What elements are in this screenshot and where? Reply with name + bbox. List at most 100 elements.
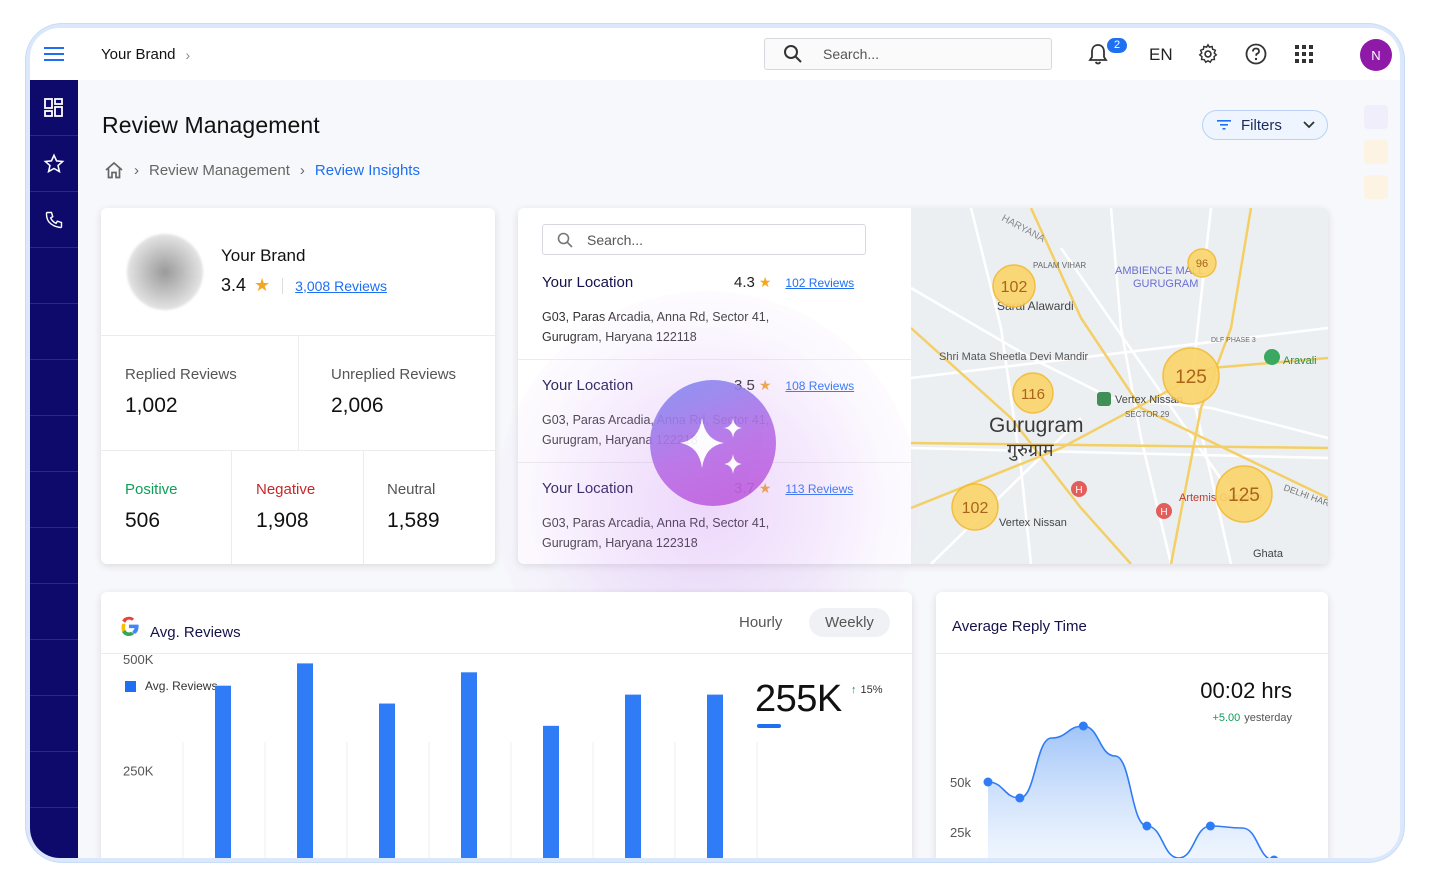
- location-search-input[interactable]: Search...: [542, 224, 866, 255]
- location-address-line-2: Gurugram, Haryana 122218: [542, 433, 698, 447]
- language-selector[interactable]: EN: [1149, 45, 1173, 65]
- positive-value: 506: [125, 509, 161, 532]
- map-label: Ghata: [1253, 548, 1284, 560]
- svg-text:H: H: [1160, 507, 1167, 518]
- location-item[interactable]: Your Location 3.5 ★ 108 Reviews G03, Para…: [542, 377, 862, 450]
- bell-icon: [1088, 44, 1108, 65]
- data-point[interactable]: [1142, 821, 1152, 831]
- filters-button[interactable]: Filters: [1202, 110, 1328, 140]
- divider: [282, 277, 284, 294]
- reply-time-area-chart: 50k 25k: [950, 721, 1279, 859]
- home-icon[interactable]: [104, 161, 124, 179]
- data-point[interactable]: [1015, 793, 1025, 803]
- brand-reviews-link[interactable]: 3,008 Reviews: [295, 278, 387, 294]
- location-item[interactable]: Your Location 3.7 ★ 113 Reviews G03, Para…: [542, 480, 862, 553]
- sidebar-item-empty-2[interactable]: [30, 304, 78, 360]
- park-pin-icon[interactable]: [1264, 349, 1280, 365]
- sidebar-item-empty-4[interactable]: [30, 416, 78, 472]
- bar[interactable]: [707, 694, 723, 858]
- breadcrumb-review-insights[interactable]: Review Insights: [315, 162, 420, 179]
- data-point[interactable]: [983, 777, 993, 787]
- location-reviews-link[interactable]: 102 Reviews: [785, 276, 854, 290]
- location-address: G03, Paras Arcadia, Anna Rd, Sector 41, …: [542, 410, 862, 450]
- replied-reviews-value: 1,002: [125, 394, 178, 417]
- brand-breadcrumb[interactable]: Your Brand ›: [101, 46, 190, 63]
- help-icon: [1245, 43, 1267, 65]
- sidebar-item-empty-1[interactable]: [30, 248, 78, 304]
- hospital-pin-icon[interactable]: H: [1156, 503, 1172, 519]
- user-avatar[interactable]: N: [1360, 39, 1392, 71]
- apps-grid-button[interactable]: [1292, 42, 1316, 66]
- brand-card-name: Your Brand: [221, 246, 306, 265]
- bar[interactable]: [461, 672, 477, 858]
- location-rating: 3.7 ★: [734, 480, 771, 497]
- unreplied-reviews-label: Unreplied Reviews: [331, 366, 457, 383]
- help-button[interactable]: [1244, 42, 1268, 66]
- sidebar-item-empty-10[interactable]: [30, 752, 78, 808]
- data-point[interactable]: [1269, 855, 1279, 859]
- sidebar-item-calls[interactable]: [30, 192, 78, 248]
- location-reviews-link[interactable]: 113 Reviews: [785, 482, 853, 496]
- map-cluster-marker[interactable]: 96: [1187, 248, 1217, 278]
- location-address: G03, Paras Arcadia, Anna Rd, Sector 41, …: [542, 513, 862, 553]
- map-city-label: Gurugram: [989, 414, 1084, 437]
- map-cluster-marker[interactable]: 102: [951, 483, 999, 531]
- side-widget-orange[interactable]: [1364, 140, 1388, 164]
- map-cluster-marker[interactable]: 125: [1162, 347, 1220, 405]
- side-widget-purple[interactable]: [1364, 105, 1388, 129]
- filters-label: Filters: [1241, 116, 1282, 134]
- star-icon: ★: [758, 480, 772, 496]
- location-address-line-1: G03, Paras Arcadia, Anna Rd, Sector 41,: [542, 310, 770, 324]
- hospital-pin-icon[interactable]: H: [1071, 481, 1087, 497]
- shop-pin-icon[interactable]: [1097, 392, 1111, 406]
- dashboard-icon: [44, 97, 63, 117]
- map-cluster-marker[interactable]: 116: [1012, 372, 1054, 414]
- page-title: Review Management: [102, 112, 320, 138]
- brand-rating-row: 3.4 ★ 3,008 Reviews: [221, 275, 387, 296]
- cluster-count: 102: [1001, 279, 1028, 296]
- map-cluster-marker[interactable]: 125: [1215, 465, 1273, 523]
- negative-value: 1,908: [256, 509, 309, 532]
- neutral-value: 1,589: [387, 509, 440, 532]
- sidebar-item-dashboard[interactable]: [30, 80, 78, 136]
- locations-card: Search... Your Location 4.3 ★ 102 Reviews…: [518, 208, 1328, 564]
- locations-map[interactable]: Gurugram गुरुग्राम HARYANA PALAM VIHAR A…: [910, 208, 1328, 564]
- sidebar-item-empty-8[interactable]: [30, 640, 78, 696]
- location-item[interactable]: Your Location 4.3 ★ 102 Reviews G03, Para…: [542, 274, 862, 347]
- sidebar-item-empty-6[interactable]: [30, 528, 78, 584]
- y-tick-label: 50k: [950, 775, 971, 790]
- data-point[interactable]: [1205, 821, 1215, 831]
- unreplied-reviews-value: 2,006: [331, 394, 384, 417]
- settings-button[interactable]: [1196, 42, 1220, 66]
- location-reviews-link[interactable]: 108 Reviews: [785, 379, 854, 393]
- cluster-count: 125: [1175, 367, 1207, 388]
- avg-reviews-card: Avg. Reviews Hourly Weekly Avg. Reviews …: [101, 592, 912, 858]
- sidebar: [30, 80, 78, 858]
- bar[interactable]: [625, 694, 641, 858]
- map-city-local-label: गुरुग्राम: [1007, 440, 1055, 461]
- sidebar-item-empty-3[interactable]: [30, 360, 78, 416]
- data-point[interactable]: [1078, 721, 1088, 731]
- map-label: DLF PHASE 3: [1211, 337, 1256, 344]
- bar[interactable]: [379, 703, 395, 858]
- bar[interactable]: [297, 663, 313, 858]
- sidebar-item-empty-7[interactable]: [30, 584, 78, 640]
- map-canvas[interactable]: Gurugram गुरुग्राम HARYANA PALAM VIHAR A…: [910, 208, 1328, 564]
- global-search-input[interactable]: Search...: [764, 38, 1052, 70]
- hamburger-menu-button[interactable]: [30, 28, 78, 80]
- bar[interactable]: [543, 725, 559, 858]
- chevron-right-icon: ›: [185, 46, 191, 63]
- breadcrumb-review-management[interactable]: Review Management: [149, 162, 290, 179]
- notification-count-badge: 2: [1107, 38, 1127, 53]
- sidebar-item-empty-5[interactable]: [30, 472, 78, 528]
- side-widget-peach[interactable]: [1364, 175, 1388, 199]
- map-label: PALAM VIHAR: [1033, 261, 1086, 270]
- sidebar-item-empty-9[interactable]: [30, 696, 78, 752]
- search-icon: [784, 45, 802, 63]
- location-search-placeholder: Search...: [587, 231, 644, 248]
- search-placeholder: Search...: [823, 46, 880, 62]
- sidebar-item-reviews[interactable]: [30, 136, 78, 192]
- y-tick-label: 25k: [950, 825, 971, 840]
- bar[interactable]: [215, 685, 231, 858]
- map-cluster-marker[interactable]: 102: [992, 264, 1036, 308]
